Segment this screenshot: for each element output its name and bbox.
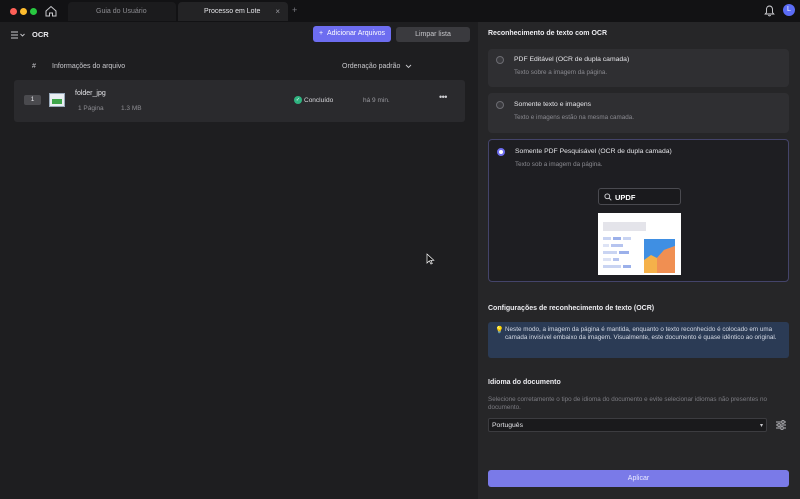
document-preview-illustration: [598, 213, 681, 275]
status-text: Concluído: [304, 97, 334, 104]
option-title: Somente texto e imagens: [514, 101, 592, 108]
close-window-button[interactable]: [10, 8, 17, 15]
add-files-label: Adicionar Arquivos: [327, 30, 385, 37]
title-bar: Guia do Usuário Processo em Lote × + L: [0, 0, 800, 22]
more-options-icon[interactable]: •••: [439, 92, 447, 102]
file-pages: 1 Página: [78, 105, 104, 112]
bell-icon[interactable]: [764, 5, 775, 17]
search-icon: [604, 193, 612, 201]
option-title: Somente PDF Pesquisável (OCR de dupla ca…: [515, 148, 672, 155]
option-title: PDF Editável (OCR de dupla camada): [514, 56, 630, 63]
zoom-window-button[interactable]: [30, 8, 37, 15]
add-files-button[interactable]: + Adicionar Arquivos: [313, 26, 391, 42]
option-desc: Texto sobre a imagem da página.: [514, 69, 608, 76]
sort-label: Ordenação padrão: [342, 63, 401, 70]
tab-label: Guia do Usuário: [96, 8, 147, 15]
language-select[interactable]: Português ▾: [488, 418, 767, 432]
apply-button[interactable]: Aplicar: [488, 470, 789, 487]
sort-dropdown[interactable]: Ordenação padrão: [342, 63, 412, 70]
settings-title: Configurações de reconhecimento de texto…: [488, 305, 655, 312]
new-tab-button[interactable]: +: [292, 5, 297, 15]
info-box: 💡 Neste modo, a imagem da página é manti…: [488, 322, 789, 358]
recognition-title: Reconhecimento de texto com OCR: [488, 30, 608, 37]
preview-search-box: UPDF: [598, 188, 681, 205]
mouse-cursor-icon: [426, 253, 435, 265]
option-editable-pdf[interactable]: PDF Editável (OCR de dupla camada) Texto…: [488, 49, 789, 87]
language-title: Idioma do documento: [488, 379, 561, 386]
tab-label: Processo em Lote: [204, 8, 261, 15]
menu-icon[interactable]: [10, 30, 26, 40]
radio-button[interactable]: [496, 56, 504, 64]
row-number: 1: [24, 95, 41, 105]
column-number-header: #: [32, 63, 36, 70]
radio-button-selected[interactable]: [497, 148, 505, 156]
tab-batch-process[interactable]: Processo em Lote ×: [178, 2, 288, 21]
caret-down-icon: ▾: [759, 423, 763, 429]
home-icon[interactable]: [44, 4, 58, 18]
tab-user-guide[interactable]: Guia do Usuário: [68, 2, 176, 21]
minimize-window-button[interactable]: [20, 8, 27, 15]
plus-icon: +: [319, 30, 324, 37]
column-info-header: Informações do arquivo: [52, 63, 126, 70]
radio-button[interactable]: [496, 101, 504, 109]
file-row[interactable]: 1 folder_jpg 1 Página 1.3 MB ✓ Concluído…: [14, 80, 465, 122]
file-list-panel: OCR + Adicionar Arquivos Limpar lista # …: [0, 22, 478, 499]
image-thumbnail-icon: [49, 93, 65, 107]
chevron-down-icon: [406, 64, 412, 68]
ocr-settings-panel: Reconhecimento de texto com OCR PDF Edit…: [478, 22, 800, 499]
option-desc: Texto sob a imagem da página.: [515, 161, 603, 168]
check-icon: ✓: [294, 96, 302, 104]
option-desc: Texto e imagens estão na mesma camada.: [514, 114, 635, 121]
lightbulb-icon: 💡: [495, 327, 504, 334]
option-text-and-images[interactable]: Somente texto e imagens Texto e imagens …: [488, 93, 789, 133]
file-size: 1.3 MB: [121, 105, 142, 112]
page-title: OCR: [32, 30, 49, 39]
option-searchable-pdf[interactable]: Somente PDF Pesquisável (OCR de dupla ca…: [488, 139, 789, 282]
close-icon[interactable]: ×: [275, 2, 280, 21]
info-text: Neste modo, a imagem da página é mantida…: [505, 326, 777, 342]
language-desc: Selecione corretamente o tipo de idioma …: [488, 396, 767, 412]
language-value: Português: [492, 422, 523, 429]
clear-list-button[interactable]: Limpar lista: [396, 27, 470, 42]
sliders-icon[interactable]: [775, 419, 787, 431]
preview-search-text: UPDF: [615, 193, 636, 202]
file-time: há 9 min.: [363, 97, 390, 104]
file-name: folder_jpg: [75, 90, 106, 97]
avatar[interactable]: L: [783, 4, 795, 16]
